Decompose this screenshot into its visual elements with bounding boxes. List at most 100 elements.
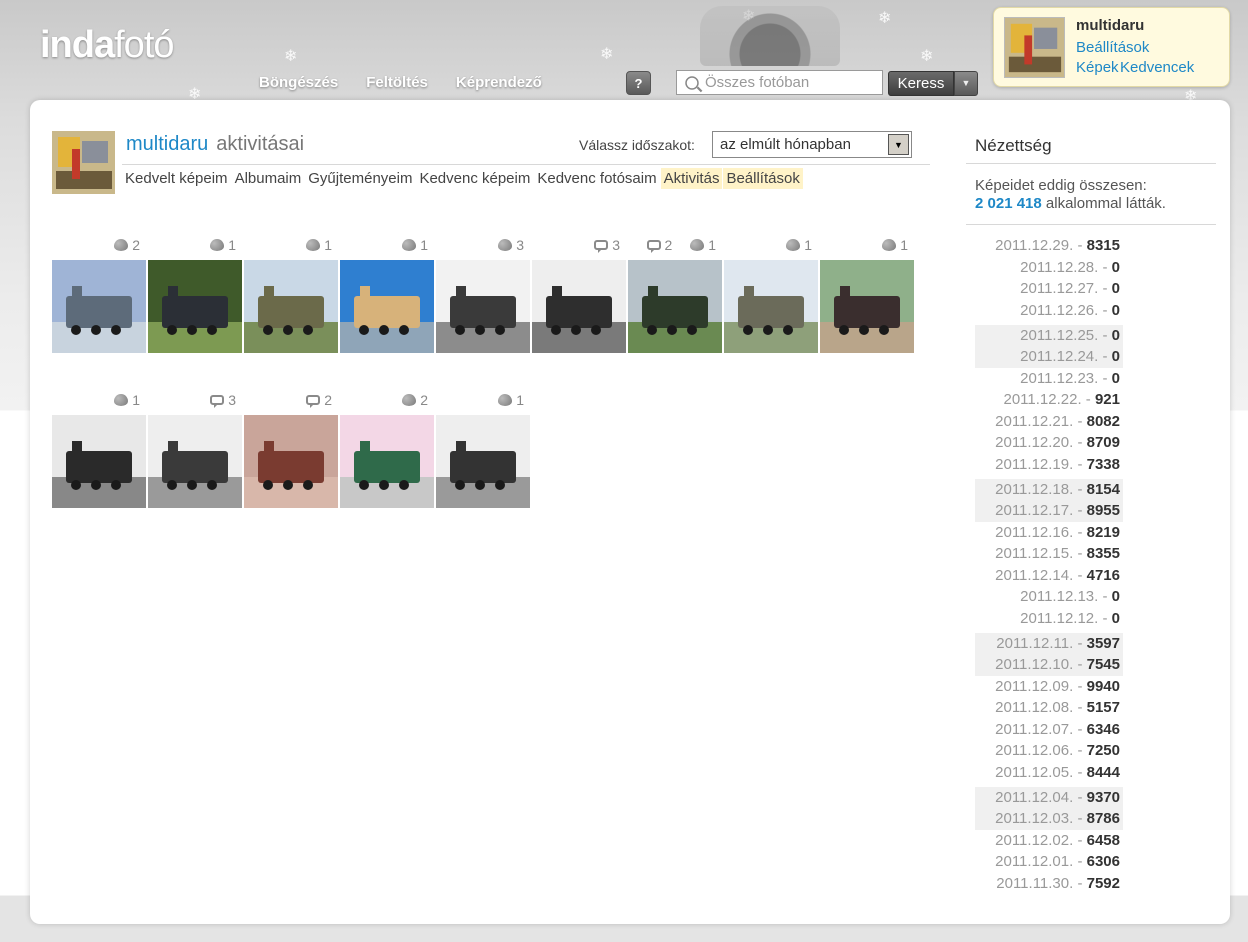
views-total: 2 021 418 <box>975 195 1042 212</box>
subnav-activity[interactable]: Aktivitás <box>660 168 723 189</box>
photo-stats: 1 <box>436 392 530 410</box>
view-date: 2011.12.09. <box>995 677 1074 695</box>
heart-icon <box>114 239 129 251</box>
photo-thumbnail[interactable] <box>52 415 146 508</box>
view-count: 7250 <box>1086 742 1120 759</box>
view-count: 4716 <box>1086 566 1120 584</box>
heart-icon <box>498 239 513 251</box>
like-count: 1 <box>516 392 524 408</box>
help-button[interactable]: ? <box>626 71 651 95</box>
photo-item: 1 <box>148 237 242 353</box>
profile-avatar[interactable] <box>52 131 115 194</box>
subnav-liked-photos[interactable]: Kedvelt képeim <box>122 168 231 189</box>
comment-icon <box>646 240 661 253</box>
photo-thumbnail[interactable] <box>340 415 434 508</box>
photo-thumbnail[interactable] <box>148 260 242 353</box>
view-count: 6458 <box>1086 831 1120 849</box>
daily-views-row: 2011.12.11. - 3597 <box>975 632 1123 654</box>
heart-icon <box>690 239 705 251</box>
snowflake-icon: ❄ <box>284 48 298 65</box>
daily-views-row: 2011.11.30. - 7592 <box>996 874 1120 892</box>
photo-thumbnail[interactable] <box>532 260 626 353</box>
view-count: 8955 <box>1086 502 1120 519</box>
photo-thumbnail[interactable] <box>628 260 722 353</box>
like-count: 1 <box>708 237 716 253</box>
view-count: 8444 <box>1086 763 1120 781</box>
photo-thumbnail[interactable] <box>340 260 434 353</box>
nav-upload[interactable]: Feltöltés <box>366 74 428 91</box>
view-date: 2011.12.13. <box>1020 588 1099 605</box>
pictures-link[interactable]: Képek <box>1076 59 1119 76</box>
photo-thumbnail[interactable] <box>148 415 242 508</box>
photo-thumbnail[interactable] <box>436 415 530 508</box>
view-date: 2011.12.15. <box>995 545 1074 562</box>
subnav-settings[interactable]: Beállítások <box>723 168 803 189</box>
view-date: 2011.12.01. <box>995 853 1074 870</box>
photo-item: 1 <box>244 237 338 353</box>
search-options-dropdown[interactable]: ▼ <box>954 71 978 96</box>
page-title-suffix: aktivitásai <box>216 133 305 155</box>
photo-stats: 2 <box>244 392 338 410</box>
view-count: 3597 <box>1086 634 1120 652</box>
photo-item: 1 <box>724 237 818 353</box>
view-count: 6306 <box>1086 853 1120 870</box>
like-count: 1 <box>900 237 908 253</box>
view-count: 8082 <box>1086 412 1120 430</box>
view-count: 0 <box>1111 588 1120 605</box>
period-select[interactable]: az elmúlt hónapban ▼ <box>712 131 912 158</box>
photo-thumbnail[interactable] <box>52 260 146 353</box>
view-date: 2011.12.27. <box>1020 280 1099 297</box>
search-button[interactable]: Keress <box>888 71 954 96</box>
like-count: 2 <box>420 392 428 408</box>
photo-thumbnail[interactable] <box>244 415 338 508</box>
view-date: 2011.12.17. <box>995 502 1074 519</box>
subnav-collections[interactable]: Gyűjteményeim <box>305 168 415 189</box>
search-input[interactable] <box>705 74 875 91</box>
photo-stats: 1 <box>724 237 818 255</box>
view-count: 7545 <box>1086 656 1120 673</box>
like-count: 1 <box>132 392 140 408</box>
nav-organizer[interactable]: Képrendező <box>456 74 542 91</box>
page-title-user[interactable]: multidaru <box>126 133 208 155</box>
photo-item: 2 <box>340 392 434 508</box>
heart-icon <box>882 239 897 251</box>
photo-thumbnail[interactable] <box>820 260 914 353</box>
view-date: 2011.12.24. <box>1020 348 1099 365</box>
photo-stats: 2 1 <box>628 237 722 255</box>
photo-thumbnail[interactable] <box>244 260 338 353</box>
camera-icon <box>700 6 840 66</box>
subnav-albums[interactable]: Albumaim <box>232 168 305 189</box>
views-title: Nézettség <box>975 136 1052 155</box>
heart-icon <box>114 394 129 406</box>
photo-thumbnail[interactable] <box>436 260 530 353</box>
comment-icon <box>594 240 609 253</box>
daily-views-row: 2011.12.28. - 0 <box>1020 258 1120 276</box>
subnav-favorite-photos[interactable]: Kedvenc képeim <box>416 168 533 189</box>
comment-icon <box>306 395 321 408</box>
photo-stats: 2 <box>52 237 146 255</box>
avatar[interactable] <box>1004 17 1065 78</box>
view-date: 2011.12.28. <box>1020 258 1099 276</box>
user-name[interactable]: multidaru <box>1076 17 1144 34</box>
photo-item: 1 <box>52 392 146 508</box>
view-count: 8219 <box>1086 523 1120 541</box>
heart-icon <box>786 239 801 251</box>
daily-views-row: 2011.12.03. - 8786 <box>975 808 1123 830</box>
daily-views-list: 2011.12.29. - 8315 2011.12.28. - 0 2011.12… <box>975 235 1123 894</box>
favorites-link[interactable]: Kedvencek <box>1120 59 1194 76</box>
settings-link[interactable]: Beállítások <box>1076 39 1149 56</box>
daily-views-row: 2011.12.07. - 6346 <box>995 720 1120 738</box>
view-date: 2011.12.22. <box>1003 391 1082 408</box>
view-date: 2011.12.03. <box>995 810 1074 827</box>
view-count: 7592 <box>1086 874 1120 892</box>
view-date: 2011.12.10. <box>995 656 1074 673</box>
indafoto-logo[interactable]: indafotó <box>40 24 175 67</box>
nav-browse[interactable]: Böngészés <box>259 74 338 91</box>
photo-thumbnail[interactable] <box>724 260 818 353</box>
view-count: 8154 <box>1086 480 1120 498</box>
photo-stats: 3 <box>148 392 242 410</box>
subnav-favorite-photographers[interactable]: Kedvenc fotósaim <box>534 168 659 189</box>
photo-stats: 3 <box>436 237 530 255</box>
heart-icon <box>498 394 513 406</box>
views-summary-prefix: Képeidet eddig összesen: <box>975 177 1147 194</box>
